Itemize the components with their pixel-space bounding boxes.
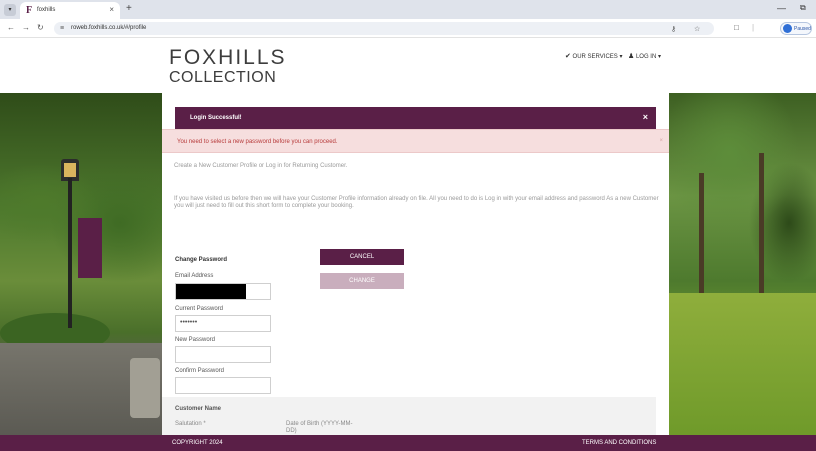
toolbar-divider: | <box>752 23 755 32</box>
stone-urn-shape <box>130 358 160 418</box>
extensions-puzzle-icon[interactable]: □ <box>734 23 739 33</box>
nav-our-services[interactable]: ✔ OUR SERVICES ▾ <box>565 52 622 60</box>
main-content: Login Successful! × You need to select a… <box>162 93 669 435</box>
password-warning-text: You need to select a new password before… <box>177 139 338 145</box>
login-success-text: Login Successful! <box>190 115 242 121</box>
change-button[interactable]: CHANGE <box>320 273 404 289</box>
website: FOXHILLS COLLECTION ✔ OUR SERVICES ▾ ♟ L… <box>0 39 816 451</box>
tab-close-icon[interactable]: × <box>109 6 114 14</box>
current-password-label: Current Password <box>175 306 224 312</box>
logo-collection[interactable]: COLLECTION <box>169 69 276 86</box>
new-password-field[interactable] <box>175 346 271 363</box>
caret-down-icon: ▾ <box>657 54 661 60</box>
lawn-shape <box>669 293 816 435</box>
site-header: FOXHILLS COLLECTION ✔ OUR SERVICES ▾ ♟ L… <box>0 39 816 93</box>
password-warning-alert: You need to select a new password before… <box>162 129 669 153</box>
customer-name-section: Customer Name Salutation * Date of Birth… <box>162 397 656 435</box>
logo-foxhills[interactable]: FOXHILLS <box>169 47 287 69</box>
copyright-text: COPYRIGHT 2024 <box>172 440 223 446</box>
close-icon[interactable]: × <box>659 138 663 144</box>
forward-arrow-icon[interactable]: → <box>22 23 30 33</box>
maximize-icon[interactable]: ⧉ <box>800 3 806 13</box>
customer-name-heading: Customer Name <box>175 406 222 412</box>
tree-trunk-shape <box>699 173 704 293</box>
background-photo-left <box>0 93 162 435</box>
key-icon[interactable]: ⚷ <box>671 25 676 34</box>
nav-log-in[interactable]: ♟ LOG IN ▾ <box>628 52 661 60</box>
tab-title: foxhills <box>37 7 56 13</box>
lamp-glow-shape <box>64 163 76 177</box>
address-url[interactable]: roweb.foxhills.co.uk/#/profile <box>71 25 146 31</box>
salutation-label: Salutation * <box>175 421 206 427</box>
close-icon[interactable]: × <box>643 112 648 122</box>
checkmark-icon: ✔ <box>565 53 571 60</box>
background-photo-right <box>669 93 816 435</box>
minimize-icon[interactable]: — <box>777 3 786 13</box>
info-paragraph: If you have visited us before then we wi… <box>174 196 659 209</box>
browser-tab[interactable]: F foxhills × <box>20 2 120 19</box>
browser-tab-bar: ▾ F foxhills × + — ⧉ <box>0 0 816 19</box>
profile-status-label: Paused <box>794 26 811 32</box>
email-label: Email Address <box>175 273 214 279</box>
site-info-tune-icon[interactable]: ≡ <box>60 24 64 33</box>
terms-link[interactable]: TERMS AND CONDITIONS <box>582 440 656 446</box>
intro-text: Create a New Customer Profile or Log in … <box>174 163 348 169</box>
site-footer: COPYRIGHT 2024 TERMS AND CONDITIONS <box>0 435 816 451</box>
back-arrow-icon[interactable]: ← <box>7 23 15 33</box>
caret-down-icon: ▾ <box>619 54 623 60</box>
lamp-post-shape <box>68 178 72 328</box>
cancel-button[interactable]: CANCEL <box>320 249 404 265</box>
email-field[interactable] <box>175 283 271 300</box>
reload-icon[interactable]: ↻ <box>37 23 44 33</box>
avatar <box>783 24 792 33</box>
login-success-alert: Login Successful! × <box>175 107 656 129</box>
site-favicon: F <box>26 5 33 16</box>
confirm-password-field[interactable] <box>175 377 271 394</box>
profile-button[interactable]: Paused <box>780 22 812 35</box>
banner-flag-shape <box>78 218 102 278</box>
address-bar[interactable]: ≡ roweb.foxhills.co.uk/#/profile ⚷ ☆ <box>54 22 714 35</box>
dob-label: Date of Birth (YYYY-MM-DD) <box>286 421 353 434</box>
new-tab-plus-icon[interactable]: + <box>126 4 132 14</box>
nav-our-services-label: OUR SERVICES <box>572 54 618 60</box>
bookmark-star-icon[interactable]: ☆ <box>694 25 700 34</box>
nav-log-in-label: LOG IN <box>635 54 657 60</box>
browser-toolbar: ← → ↻ ≡ roweb.foxhills.co.uk/#/profile ⚷… <box>0 19 816 38</box>
current-password-field[interactable]: ••••••• <box>175 315 271 332</box>
confirm-password-label: Confirm Password <box>175 368 225 374</box>
change-password-heading: Change Password <box>175 257 228 263</box>
redacted-email-block <box>176 284 246 299</box>
new-password-label: New Password <box>175 337 216 343</box>
tab-search-menu-icon[interactable]: ▾ <box>4 4 16 16</box>
user-icon: ♟ <box>628 53 635 60</box>
tree-trunk-shape <box>759 153 764 293</box>
